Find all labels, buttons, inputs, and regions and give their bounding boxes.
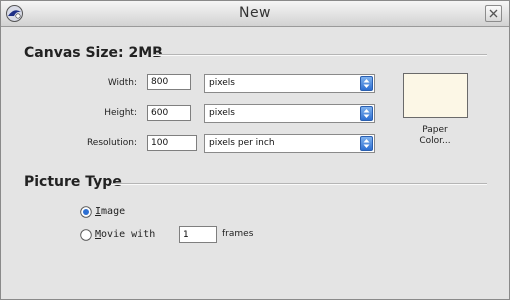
new-dialog-window: New Canvas Size: 2MB Width: pixels Heigh… — [0, 0, 510, 300]
width-unit-select[interactable]: pixels — [204, 74, 375, 93]
resolution-unit-value: pixels per inch — [209, 138, 275, 148]
frames-label: frames — [222, 229, 254, 239]
resolution-label: Resolution: — [86, 138, 137, 148]
window-title: New — [238, 5, 272, 21]
width-unit-value: pixels — [209, 78, 235, 88]
movie-radio[interactable] — [80, 229, 92, 241]
width-label: Width: — [107, 78, 137, 88]
close-icon — [489, 9, 498, 18]
movie-radio-label[interactable]: Movie with — [95, 229, 155, 240]
height-unit-select[interactable]: pixels — [204, 104, 375, 123]
resolution-unit-select[interactable]: pixels per inch — [204, 134, 375, 153]
dropdown-arrow-icon — [360, 106, 373, 121]
height-unit-value: pixels — [209, 108, 235, 118]
dropdown-arrow-icon — [360, 76, 373, 91]
paper-color-label-line1: Paper — [422, 125, 448, 135]
height-input[interactable] — [147, 105, 191, 121]
section-divider — [111, 183, 487, 185]
height-label: Height: — [104, 108, 137, 118]
title-bar[interactable]: New — [1, 1, 509, 27]
image-radio[interactable] — [80, 206, 92, 218]
picture-type-heading: Picture Type — [24, 174, 122, 190]
section-divider — [153, 54, 487, 56]
frames-input[interactable] — [179, 226, 217, 243]
dropdown-arrow-icon — [360, 136, 373, 151]
image-radio-label[interactable]: Image — [95, 206, 125, 217]
paper-color-label-line2[interactable]: Color... — [401, 136, 469, 146]
width-input[interactable] — [147, 74, 191, 90]
paper-color-swatch[interactable] — [403, 73, 468, 118]
close-button[interactable] — [485, 5, 502, 22]
canvas-size-heading: Canvas Size: 2MB — [24, 45, 163, 61]
resolution-input[interactable] — [147, 135, 197, 151]
